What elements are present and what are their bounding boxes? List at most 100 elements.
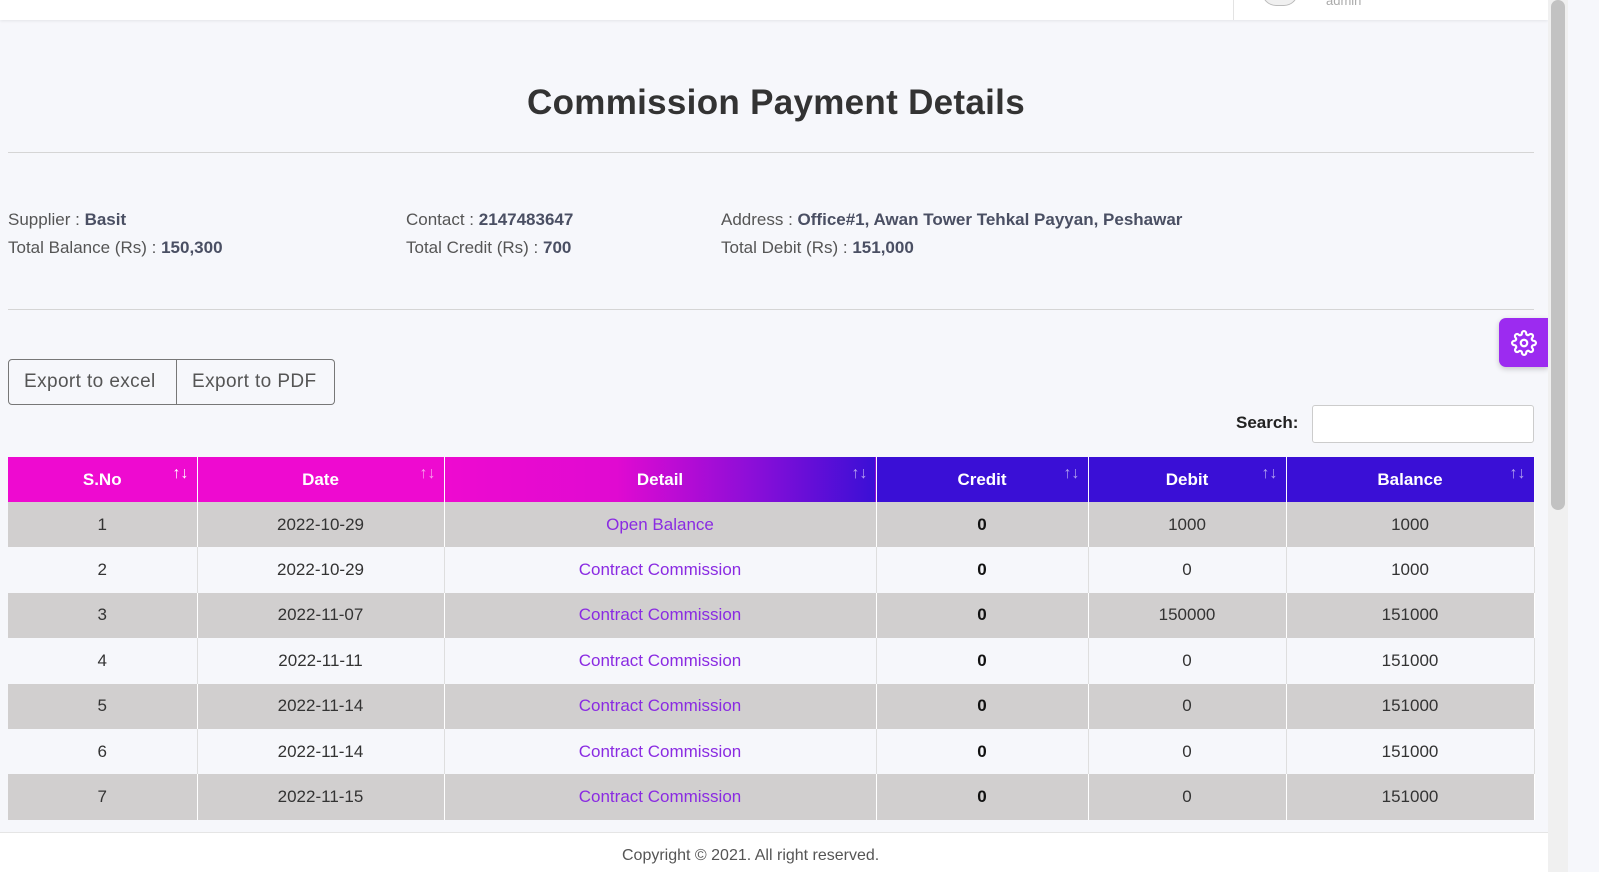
cell-debit: 0 xyxy=(1088,547,1287,593)
table-row: 7 2022-11-15 Contract Commission 0 0 151… xyxy=(8,774,1535,820)
supplier-line: Supplier : Basit xyxy=(8,206,223,234)
table-row: 6 2022-11-14 Contract Commission 0 0 151… xyxy=(8,728,1535,775)
divider xyxy=(8,152,1534,153)
cell-debit: 0 xyxy=(1088,728,1287,775)
footer: Copyright © 2021. All right reserved. xyxy=(0,832,1548,872)
commission-table: S.No ↑↓ Date ↑↓ Detail ↑↓ Credit ↑↓ Debi… xyxy=(8,457,1535,820)
total-debit-value: 151,000 xyxy=(852,238,914,257)
cell-sno: 1 xyxy=(8,502,198,548)
column-header-label: Balance xyxy=(1377,469,1443,489)
cell-debit: 0 xyxy=(1088,774,1287,820)
sort-arrows-icon[interactable]: ↑↓ xyxy=(1262,465,1278,483)
table-row: 2 2022-10-29 Contract Commission 0 0 100… xyxy=(8,547,1535,593)
total-debit-line: Total Debit (Rs) : 151,000 xyxy=(721,234,1182,262)
cell-date: 2022-11-14 xyxy=(197,728,445,775)
cell-date: 2022-10-29 xyxy=(197,502,445,548)
cell-date: 2022-10-29 xyxy=(197,547,445,593)
cell-sno: 6 xyxy=(8,728,198,775)
total-balance-value: 150,300 xyxy=(161,238,223,257)
cell-detail-link[interactable]: Contract Commission xyxy=(444,728,877,775)
contact-line: Contact : 2147483647 xyxy=(406,206,573,234)
cell-detail-link[interactable]: Contract Commission xyxy=(444,774,877,820)
export-pdf-button[interactable]: Export to PDF xyxy=(177,359,335,405)
table-row: 5 2022-11-14 Contract Commission 0 0 151… xyxy=(8,683,1535,729)
column-header-detail[interactable]: Detail ↑↓ xyxy=(444,457,877,502)
cell-debit: 0 xyxy=(1088,683,1287,729)
total-balance-line: Total Balance (Rs) : 150,300 xyxy=(8,234,223,262)
window-edge xyxy=(1568,0,1599,872)
export-excel-button[interactable]: Export to excel xyxy=(8,359,177,405)
sort-arrows-icon[interactable]: ↑↓ xyxy=(1510,465,1526,483)
cell-balance: 151000 xyxy=(1286,592,1535,639)
cell-credit: 0 xyxy=(876,774,1089,820)
sort-arrows-icon[interactable]: ↑↓ xyxy=(1064,465,1080,483)
search-label: Search: xyxy=(1236,413,1299,432)
scrollbar-thumb[interactable] xyxy=(1551,0,1565,510)
cell-detail-link[interactable]: Contract Commission xyxy=(444,592,877,639)
column-header-label: S.No xyxy=(82,469,122,489)
total-credit-line: Total Credit (Rs) : 700 xyxy=(406,234,573,262)
table-row: 3 2022-11-07 Contract Commission 0 15000… xyxy=(8,592,1535,639)
cell-sno: 7 xyxy=(8,774,198,820)
total-credit-label: Total Credit (Rs) : xyxy=(406,238,539,257)
column-header-label: Debit xyxy=(1165,469,1209,489)
contact-value: 2147483647 xyxy=(478,210,574,229)
cell-balance: 151000 xyxy=(1286,683,1535,729)
cell-debit: 1000 xyxy=(1088,502,1287,548)
supplier-label: Supplier : xyxy=(8,210,80,229)
cell-detail-link[interactable]: Contract Commission xyxy=(444,683,877,729)
cell-balance: 151000 xyxy=(1286,638,1535,684)
table-header-row: S.No ↑↓ Date ↑↓ Detail ↑↓ Credit ↑↓ Debi… xyxy=(8,457,1535,502)
column-header-debit[interactable]: Debit ↑↓ xyxy=(1088,457,1287,502)
table-row: 4 2022-11-11 Contract Commission 0 0 151… xyxy=(8,638,1535,684)
total-balance-label: Total Balance (Rs) : xyxy=(8,238,157,257)
total-credit-value: 700 xyxy=(542,238,572,257)
cell-date: 2022-11-11 xyxy=(197,638,445,684)
cell-sno: 5 xyxy=(8,683,198,729)
sort-arrows-icon[interactable]: ↑↓ xyxy=(852,465,868,483)
sort-arrows-icon[interactable]: ↑↓ xyxy=(420,465,436,483)
sort-arrows-icon[interactable]: ↑↓ xyxy=(173,465,189,483)
cell-balance: 1000 xyxy=(1286,502,1535,548)
address-label: Address : xyxy=(721,210,793,229)
cell-credit: 0 xyxy=(876,547,1089,593)
address-line: Address : Office#1, Awan Tower Tehkal Pa… xyxy=(721,206,1182,234)
cell-sno: 4 xyxy=(8,638,198,684)
cell-debit: 150000 xyxy=(1088,592,1287,639)
settings-button[interactable] xyxy=(1499,318,1548,367)
user-name[interactable]: admin xyxy=(1326,0,1361,8)
cell-debit: 0 xyxy=(1088,638,1287,684)
navbar-divider xyxy=(1233,0,1234,20)
column-header-date[interactable]: Date ↑↓ xyxy=(197,457,445,502)
column-header-credit[interactable]: Credit ↑↓ xyxy=(876,457,1089,502)
cell-detail-link[interactable]: Contract Commission xyxy=(444,547,877,593)
total-debit-label: Total Debit (Rs) : xyxy=(721,238,848,257)
column-header-balance[interactable]: Balance ↑↓ xyxy=(1286,457,1535,502)
cell-credit: 0 xyxy=(876,592,1089,639)
cell-detail-link[interactable]: Contract Commission xyxy=(444,638,877,684)
table-row: 1 2022-10-29 Open Balance 0 1000 1000 xyxy=(8,502,1535,548)
avatar[interactable] xyxy=(1262,0,1298,6)
cell-date: 2022-11-14 xyxy=(197,683,445,729)
cell-balance: 151000 xyxy=(1286,728,1535,775)
page-title: Commission Payment Details xyxy=(527,83,1025,122)
cell-credit: 0 xyxy=(876,638,1089,684)
copyright-text: Copyright © 2021. All right reserved. xyxy=(622,847,880,864)
export-button-group: Export to excel Export to PDF xyxy=(8,359,335,405)
search-input[interactable] xyxy=(1312,405,1534,443)
cell-date: 2022-11-15 xyxy=(197,774,445,820)
main-content: Commission Payment Details Supplier : Ba… xyxy=(8,20,1535,820)
cell-detail-link[interactable]: Open Balance xyxy=(444,502,877,548)
column-header-label: Detail xyxy=(636,469,684,489)
top-navbar: admin xyxy=(0,0,1548,20)
gear-icon xyxy=(1510,329,1537,356)
cell-credit: 0 xyxy=(876,683,1089,729)
cell-balance: 151000 xyxy=(1286,774,1535,820)
cell-sno: 2 xyxy=(8,547,198,593)
column-header-label: Date xyxy=(302,469,339,489)
cell-date: 2022-11-07 xyxy=(197,592,445,639)
page-scrollbar[interactable] xyxy=(1548,0,1568,872)
column-header-sno[interactable]: S.No ↑↓ xyxy=(8,457,198,502)
supplier-value: Basit xyxy=(84,210,127,229)
cell-sno: 3 xyxy=(8,592,198,639)
